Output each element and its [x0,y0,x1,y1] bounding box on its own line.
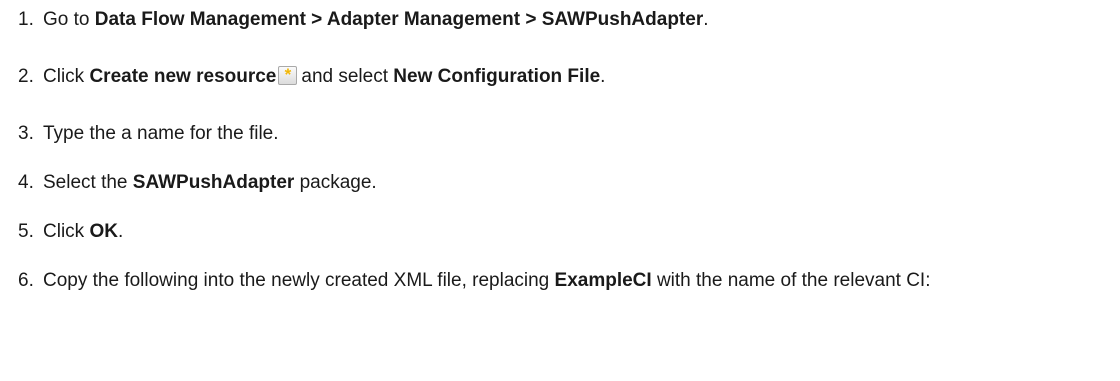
ui-term: Create new resource [89,66,277,87]
step-text-run: Copy the following into the newly create… [43,270,555,291]
step-number: 3. [18,123,34,144]
ui-term: SAWPushAdapter [132,172,295,193]
step-text-run: Type the a name for the file. [43,123,279,144]
step-text: Click Create new resource * and select New… [43,64,1100,90]
instruction-list: 1. Go to Data Flow Management > Adapter M… [0,0,1120,381]
step-number: 5. [18,221,34,242]
step-text-run: package. [294,172,377,193]
step-text: Type the a name for the file. [43,121,1100,147]
step-text-run: . [117,221,124,242]
ui-term: ExampleCI [554,270,652,291]
step-text-run: Go to [43,9,95,30]
step-text-run: . [703,9,709,30]
step-text-run: Select the [43,172,133,193]
step-text: Copy the following into the newly create… [43,268,1100,294]
step-text-run: with the name of the relevant CI: [651,270,931,291]
step-text: Select the SAWPushAdapter package. [43,170,1100,196]
ui-term: New Configuration File [393,66,601,87]
step-text-run: Click [43,66,90,87]
step-text: Go to Data Flow Management > Adapter Man… [43,7,1100,33]
step-number: 1. [18,9,34,30]
step-number: 4. [18,172,34,193]
step-number: 2. [18,66,34,87]
ui-term: Data Flow Management > Adapter Managemen… [94,9,704,30]
step-text-run: Click [43,221,90,242]
step-text-run: and select [301,66,394,87]
step-number: 6. [18,270,34,291]
step-text-run: . [600,66,606,87]
ui-term: OK [89,221,118,242]
create-new-resource-icon: * [278,65,298,85]
step-text: Click OK. [43,219,1100,245]
